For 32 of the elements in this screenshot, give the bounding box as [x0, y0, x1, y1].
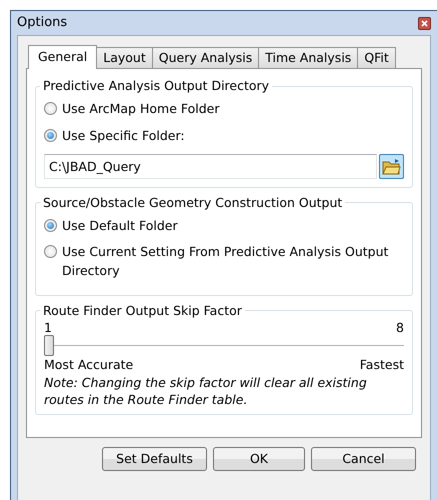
tab[interactable]: Layout — [96, 47, 153, 68]
group-title: Route Finder Output Skip Factor — [42, 302, 243, 320]
window-title: Options — [17, 14, 68, 32]
path-field[interactable]: C:\JBAD_Query — [44, 154, 377, 178]
close-icon — [421, 20, 428, 26]
radio-button[interactable] — [44, 102, 57, 115]
note-text: Note: Changing the skip factor will clear all existing routes in the Route Finder table. — [44, 374, 368, 408]
radio-button[interactable] — [44, 218, 57, 232]
slider-caption: Most Accurate — [44, 356, 134, 372]
tab[interactable]: Query Analysis — [152, 47, 260, 68]
group-title: Predictive Analysis Output Directory — [42, 77, 270, 95]
close-button[interactable] — [418, 16, 431, 30]
dialog-button[interactable]: Set Defaults — [102, 447, 207, 471]
tab[interactable]: Time Analysis — [258, 47, 358, 68]
tab[interactable]: QFit — [357, 47, 396, 68]
slider-min-label: 1 — [44, 320, 52, 335]
tab[interactable]: General — [28, 45, 98, 69]
slider-track[interactable] — [44, 334, 404, 357]
group-title: Source/Obstacle Geometry Construction Output — [42, 194, 344, 212]
radio-label: Use Current Setting From Predictive Analysis Output Directory — [62, 243, 390, 280]
radio-button[interactable] — [44, 128, 57, 142]
radio-button[interactable] — [44, 245, 57, 258]
slider-max-label: 8 — [396, 320, 404, 335]
radio-label: Use Default Folder — [62, 216, 178, 234]
slider-thumb[interactable] — [44, 334, 54, 356]
slider-caption: Fastest — [360, 356, 404, 372]
radio-label: Use ArcMap Home Folder — [62, 100, 220, 118]
dialog-button[interactable]: Cancel — [311, 447, 416, 471]
browse-button[interactable] — [379, 154, 404, 178]
radio-label: Use Specific Folder: — [62, 126, 185, 145]
folder-icon — [382, 158, 401, 174]
dialog-button[interactable]: OK — [213, 447, 305, 471]
